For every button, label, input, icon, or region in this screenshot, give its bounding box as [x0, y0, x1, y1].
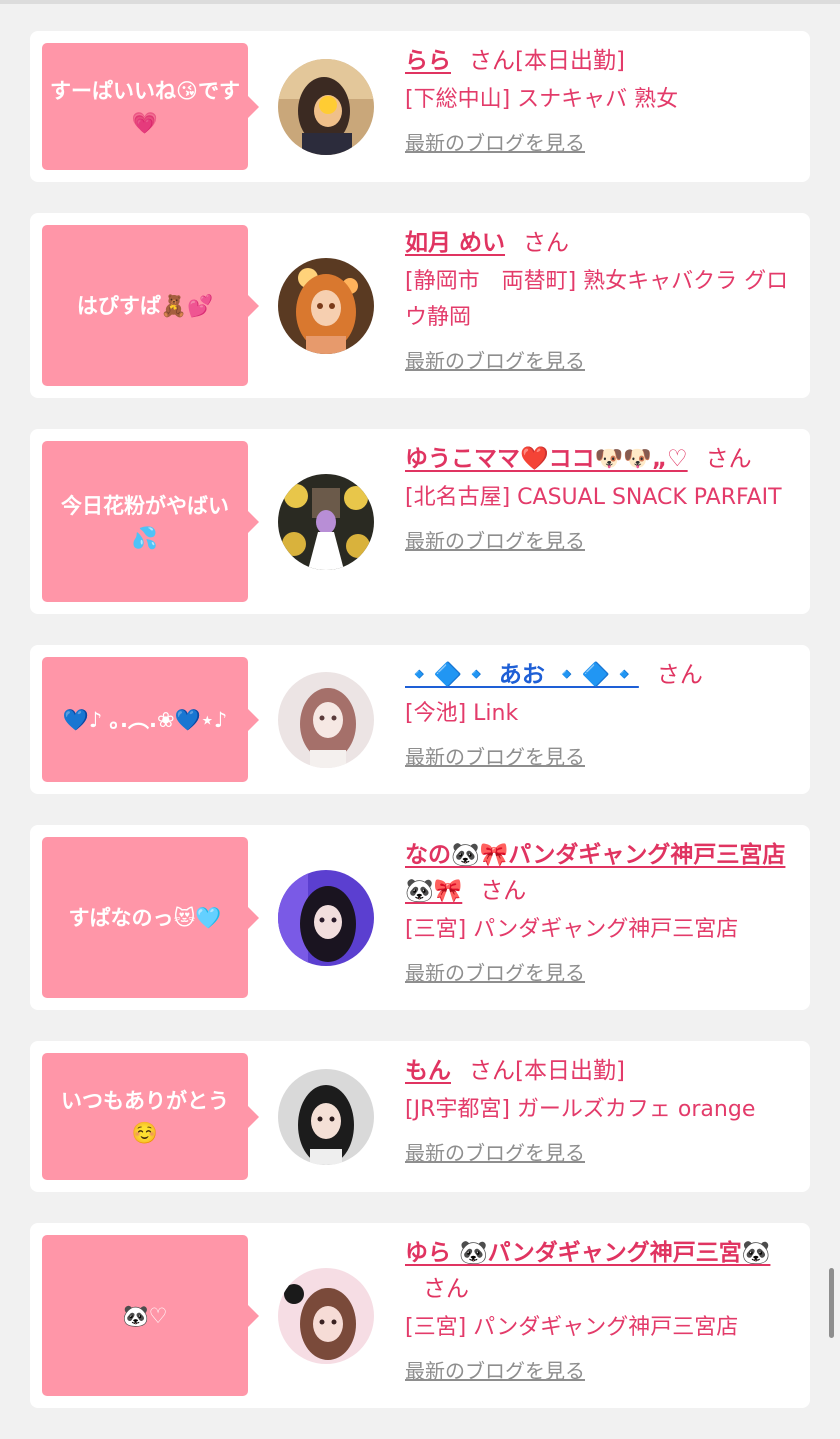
comment-card: 💙♪ ｡.︵.❀💙⋆♪ 🔹🔷🔹 あお 🔹🔷🔹 さん [今池] Link 最新のブロ… — [30, 645, 810, 794]
latest-blog-link[interactable]: 最新のブログを見る — [405, 525, 585, 554]
avatar-flowers-icon[interactable] — [278, 473, 374, 570]
shop-label: [JR宇都宮] ガールズカフェ orange — [405, 1097, 756, 1122]
comment-card: はぴすぱ🧸💕 如月 めい さん [静岡市 両替町] 熟女キャバクラ グロウ静岡 最… — [30, 213, 810, 398]
shop-label: [三宮] パンダギャング神戸三宮店 — [405, 1315, 739, 1340]
shop-label: [北名古屋] CASUAL SNACK PARFAIT — [405, 485, 782, 510]
comment-card: 🐼♡ ゆら 🐼パンダギャング神戸三宮🐼 さん [三宮] パンダギャング神戸三宮店 … — [30, 1223, 810, 1408]
comment-card: すぱなのっ😻🩵 なの🐼🎀パンダギャング神戸三宮店🐼🎀 さん [三宮] パンダギャン… — [30, 825, 810, 1010]
avatar-illustration-icon[interactable] — [278, 671, 374, 768]
shop-label: [今池] Link — [405, 701, 519, 726]
latest-blog-link[interactable]: 最新のブログを見る — [405, 1355, 585, 1384]
card-info: 🔹🔷🔹 あお 🔹🔷🔹 さん [今池] Link 最新のブログを見る — [405, 657, 792, 770]
card-info: ゆら 🐼パンダギャング神戸三宮🐼 さん [三宮] パンダギャング神戸三宮店 最新の… — [405, 1235, 792, 1384]
comment-bubble: はぴすぱ🧸💕 — [42, 225, 259, 386]
honorific: さん — [656, 662, 703, 688]
user-name-link[interactable]: なの🐼🎀パンダギャング神戸三宮店🐼🎀 — [405, 842, 785, 904]
comment-bubble: いつもありがとう☺️ — [42, 1053, 259, 1180]
status-label: [本日出勤] — [515, 48, 625, 74]
honorific: さん — [523, 230, 570, 256]
latest-blog-link[interactable]: 最新のブログを見る — [405, 345, 585, 374]
honorific: さん — [480, 878, 527, 904]
comment-bubble: すーぱいいね😘です💗 — [42, 43, 259, 170]
card-info: ゆうこママ❤️ココ🐶🐶„♡ さん [北名古屋] CASUAL SNACK PARF… — [405, 441, 792, 554]
avatar-pink-girl-icon[interactable] — [278, 1267, 374, 1364]
shop-label: [静岡市 両替町] 熟女キャバクラ グロウ静岡 — [405, 269, 789, 330]
comment-bubble: 💙♪ ｡.︵.❀💙⋆♪ — [42, 657, 259, 782]
card-info: 如月 めい さん [静岡市 両替町] 熟女キャバクラ グロウ静岡 最新のブログを見… — [405, 225, 792, 374]
honorific: さん — [705, 446, 752, 472]
blog-comment-list: すーぱいいね😘です💗 らら さん[本日出勤] [下総中山] スナキャバ 熟女 最新… — [30, 31, 810, 1439]
latest-blog-link[interactable]: 最新のブログを見る — [405, 1137, 585, 1166]
shop-label: [三宮] パンダギャング神戸三宮店 — [405, 917, 739, 942]
user-name-link[interactable]: ゆうこママ❤️ココ🐶🐶„♡ — [405, 446, 688, 472]
honorific: さん — [469, 48, 515, 74]
user-name-link[interactable]: らら — [405, 48, 451, 74]
shop-label: [下総中山] スナキャバ 熟女 — [405, 87, 679, 112]
avatar-purple-girl-icon[interactable] — [278, 869, 374, 966]
comment-card: すーぱいいね😘です💗 らら さん[本日出勤] [下総中山] スナキャバ 熟女 最新… — [30, 31, 810, 182]
comment-bubble: すぱなのっ😻🩵 — [42, 837, 259, 998]
avatar-woman-icon[interactable] — [278, 58, 374, 155]
comment-bubble: 今日花粉がやばい💦 — [42, 441, 259, 602]
user-name-link[interactable]: もん — [405, 1058, 451, 1084]
scrollbar[interactable] — [829, 1268, 834, 1338]
avatar-anime-girl-icon[interactable] — [278, 257, 374, 354]
avatar-girl-photo-icon[interactable] — [278, 1068, 374, 1165]
user-name-link[interactable]: ゆら 🐼パンダギャング神戸三宮🐼 — [405, 1240, 770, 1266]
latest-blog-link[interactable]: 最新のブログを見る — [405, 957, 585, 986]
card-info: なの🐼🎀パンダギャング神戸三宮店🐼🎀 さん [三宮] パンダギャング神戸三宮店 最… — [405, 837, 792, 986]
comment-card: 今日花粉がやばい💦 ゆうこママ❤️ココ🐶🐶„♡ さん [北名古屋] CASUAL … — [30, 429, 810, 614]
latest-blog-link[interactable]: 最新のブログを見る — [405, 127, 585, 156]
comment-bubble: 🐼♡ — [42, 1235, 259, 1396]
latest-blog-link[interactable]: 最新のブログを見る — [405, 741, 585, 770]
user-name-link[interactable]: 如月 めい — [405, 230, 505, 256]
status-label: [本日出勤] — [515, 1058, 625, 1084]
card-info: らら さん[本日出勤] [下総中山] スナキャバ 熟女 最新のブログを見る — [405, 43, 792, 156]
comment-card: いつもありがとう☺️ もん さん[本日出勤] [JR宇都宮] ガールズカフェ or… — [30, 1041, 810, 1192]
card-info: もん さん[本日出勤] [JR宇都宮] ガールズカフェ orange 最新のブログ… — [405, 1053, 792, 1166]
honorific: さん — [423, 1276, 469, 1302]
user-name-link[interactable]: 🔹🔷🔹 あお 🔹🔷🔹 — [405, 662, 639, 688]
honorific: さん — [469, 1058, 515, 1084]
top-divider — [0, 0, 840, 4]
